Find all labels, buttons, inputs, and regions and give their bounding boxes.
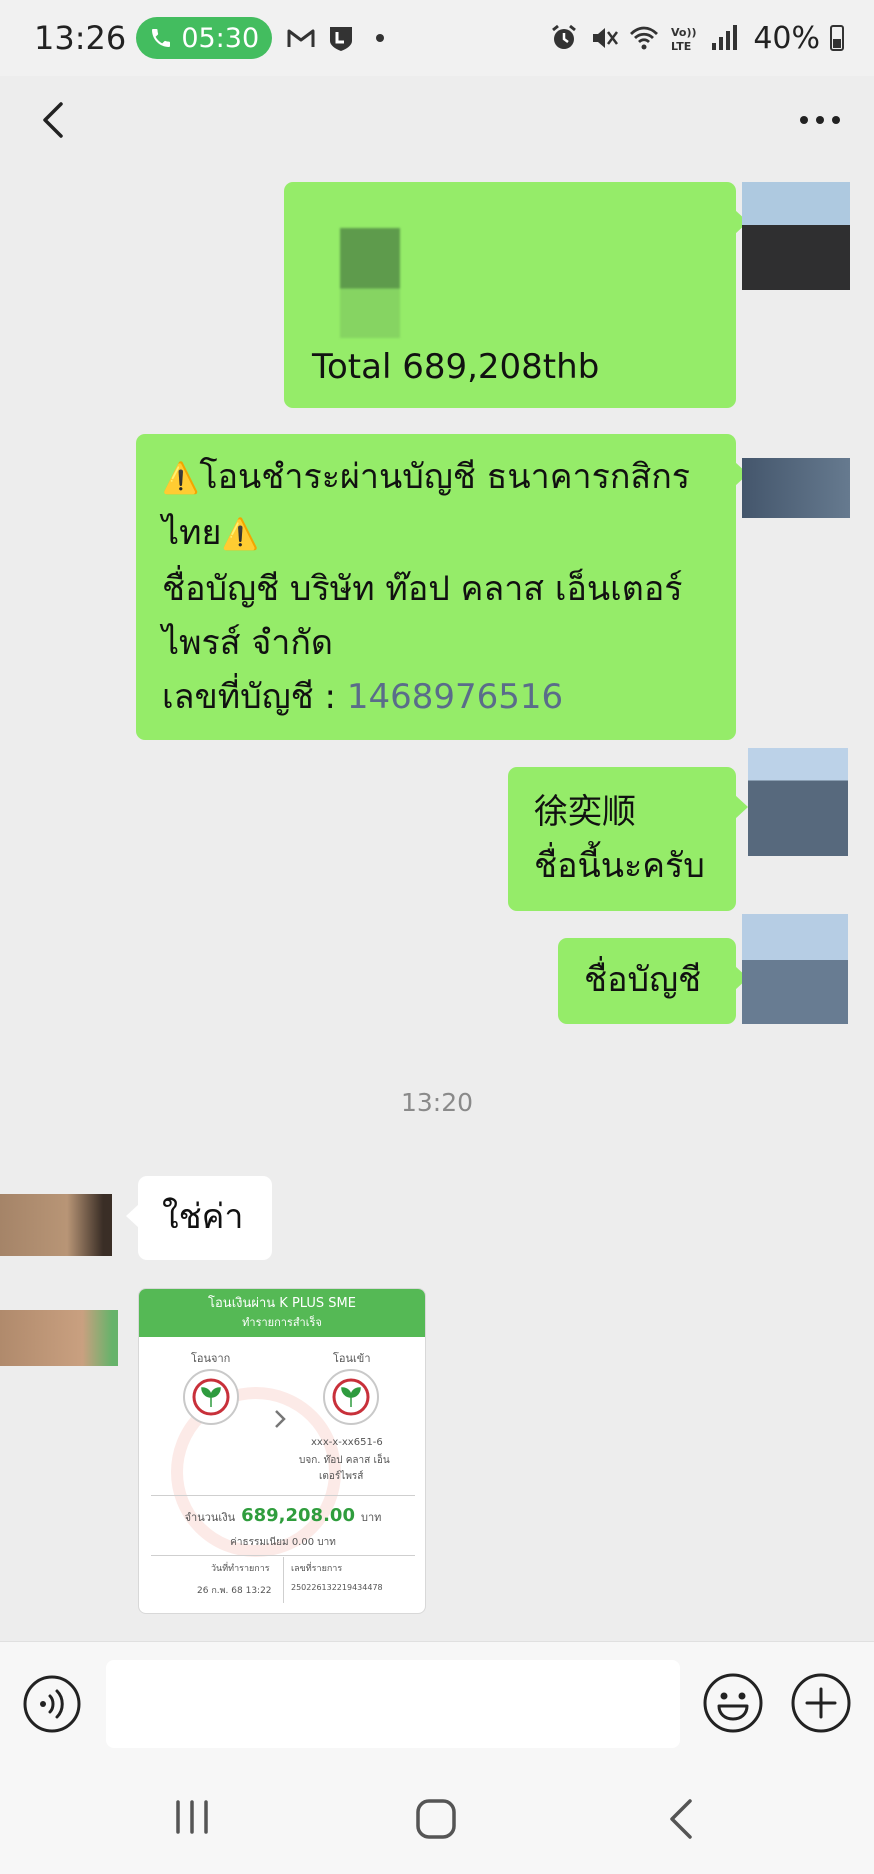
emoji-icon <box>703 1673 763 1733</box>
message-total-text: Total 689,208thb <box>312 347 600 387</box>
message-bubble-reply[interactable]: ใช่ค่า <box>126 1176 272 1260</box>
recents-icon[interactable] <box>172 1797 212 1837</box>
line-icon <box>330 27 353 51</box>
warning-icon: ⚠️ <box>162 461 200 496</box>
message-bubble-bank-details[interactable]: ⚠️โอนชำระผ่านบัญชี ธนาคารกสิกร ไทย⚠️ ชื่… <box>136 434 748 740</box>
notification-dot <box>376 34 385 42</box>
avatar-contact[interactable] <box>0 1310 118 1366</box>
slip-to-name-1: บจก. ท๊อป คลาส เอ็น <box>299 1455 390 1466</box>
back-button[interactable] <box>28 94 80 146</box>
kbank-leaf-icon <box>332 1378 370 1416</box>
message-bubble-account-name[interactable]: ชื่อบัญชี <box>558 938 748 1024</box>
status-bar: 13:26 05:30 Vo)) LTE 40% <box>0 0 874 76</box>
more-icon <box>800 116 840 124</box>
account-name-line-1: ชื่อบัญชี บริษัท ท๊อป คลาส เอ็นเตอร์ <box>162 569 683 609</box>
slip-amount: 689,208.00 <box>241 1505 355 1526</box>
account-number-link[interactable]: 1468976516 <box>347 677 563 717</box>
wifi-icon <box>630 26 659 50</box>
slip-arrow-icon <box>275 1410 286 1428</box>
signal-icon <box>712 25 738 50</box>
call-duration: 05:30 <box>181 22 260 54</box>
add-attachment-button[interactable] <box>790 1672 852 1734</box>
nav-back-icon[interactable] <box>664 1797 698 1841</box>
phone-icon <box>152 29 171 47</box>
volte-icon: Vo))LTE <box>671 26 697 53</box>
chat-timestamp: 13:20 <box>400 1088 474 1117</box>
status-time: 13:26 <box>34 19 127 57</box>
system-navigation-bar <box>0 1763 874 1874</box>
message-bubble-name[interactable]: 徐奕顺 ชื่อนี้นะครับ <box>508 767 748 911</box>
slip-to-label: โอนเข้า <box>333 1352 371 1365</box>
voice-icon <box>23 1675 81 1733</box>
blurred-image-area <box>340 228 400 338</box>
slip-amount-row: จำนวนเงิน 689,208.00 บาท <box>184 1505 382 1526</box>
chinese-name-text: 徐奕顺 <box>534 792 636 832</box>
slip-to-name-2: เตอร์ไพรส์ <box>319 1471 364 1482</box>
slip-header: โอนเงินผ่าน K PLUS SME ทำรายการสำเร็จ <box>139 1289 425 1337</box>
slip-ref-label: เลขที่รายการ <box>291 1564 343 1574</box>
transfer-slip-image[interactable]: โอนเงินผ่าน K PLUS SME ทำรายการสำเร็จ โอ… <box>138 1288 426 1614</box>
account-name-line-2: ไพรส์ จำกัด <box>162 623 334 663</box>
ongoing-call-pill[interactable]: 05:30 <box>136 17 273 59</box>
slip-ref: 250226132219434478 <box>291 1583 383 1592</box>
account-number-line: เลขที่บัญชี : 1468976516 <box>162 677 564 717</box>
battery-percent: 40% <box>753 20 820 56</box>
slip-fee-row: ค่าธรรมเนียม 0.00 บาท <box>230 1537 336 1548</box>
message-input-bar <box>0 1641 874 1763</box>
avatar-self[interactable] <box>742 914 848 1024</box>
message-bubble-total[interactable]: Total 689,208thb <box>284 182 748 408</box>
slip-body: โอนจาก โอนเข้า xxx-x-xx651-6 บจก. ท๊อป ค… <box>139 1337 425 1613</box>
message-input[interactable] <box>106 1660 680 1748</box>
name-note-text: ชื่อนี้นะครับ <box>534 846 705 886</box>
slip-date: 26 ก.พ. 68 13:22 <box>197 1586 272 1596</box>
home-icon[interactable] <box>414 1797 458 1841</box>
voice-input-button[interactable] <box>22 1674 82 1734</box>
plus-icon <box>791 1673 851 1733</box>
slip-divider <box>151 1555 415 1556</box>
account-name-short-text: ชื่อบัญชี <box>584 960 702 1000</box>
kbank-logo-from <box>183 1369 239 1425</box>
svg-text:Vo)): Vo)) <box>671 26 697 39</box>
kbank-leaf-icon <box>192 1378 230 1416</box>
avatar-self[interactable] <box>742 182 850 290</box>
svg-text:LTE: LTE <box>671 40 691 53</box>
slip-date-label: วันที่ทำรายการ <box>211 1564 270 1574</box>
slip-divider <box>151 1495 415 1496</box>
more-options-button[interactable] <box>792 94 848 146</box>
avatar-self[interactable] <box>742 458 850 518</box>
avatar-self[interactable] <box>748 748 848 856</box>
kbank-logo-to <box>323 1369 379 1425</box>
avatar-contact[interactable] <box>0 1194 112 1256</box>
warning-icon: ⚠️ <box>221 517 259 552</box>
slip-column-divider <box>283 1557 284 1603</box>
gmail-icon <box>287 29 315 47</box>
bank-line-2: ไทย⚠️ <box>162 513 259 553</box>
mute-icon <box>593 28 619 48</box>
slip-from-label: โอนจาก <box>191 1352 231 1365</box>
alarm-icon <box>552 24 577 49</box>
reply-text: ใช่ค่า <box>162 1197 244 1237</box>
back-arrow-icon <box>43 102 63 138</box>
slip-to-account: xxx-x-xx651-6 <box>311 1437 383 1448</box>
battery-icon <box>830 25 844 51</box>
slip-title: โอนเงินผ่าน K PLUS SME <box>208 1296 356 1311</box>
slip-subtitle: ทำรายการสำเร็จ <box>242 1316 322 1329</box>
emoji-button[interactable] <box>702 1672 764 1734</box>
bank-line-1: ⚠️โอนชำระผ่านบัญชี ธนาคารกสิกร <box>162 457 691 497</box>
chat-header <box>0 76 874 164</box>
